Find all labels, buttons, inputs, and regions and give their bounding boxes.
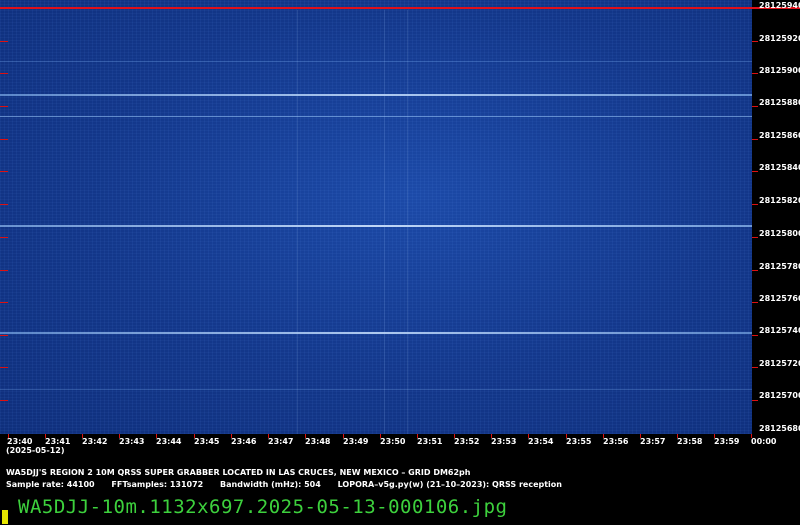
left-tick — [0, 400, 8, 401]
date-label: (2025-05-12) — [6, 446, 65, 455]
left-tick — [0, 367, 8, 368]
time-label: 23:51 — [417, 437, 443, 446]
signal-trace — [0, 332, 752, 334]
right-tick — [752, 171, 758, 172]
vertical-streak — [297, 10, 298, 434]
time-label: 23:44 — [156, 437, 182, 446]
freq-label: 28125940 — [759, 1, 800, 10]
time-label: 23:58 — [677, 437, 703, 446]
spectrogram-waterfall — [0, 0, 800, 434]
file-name: WA5DJJ-10m.1132x697.2025-05-13-000106.jp… — [18, 496, 508, 518]
left-tick — [0, 335, 8, 336]
right-tick — [752, 367, 758, 368]
left-tick — [0, 139, 8, 140]
left-tick — [0, 41, 8, 42]
freq-label: 28125780 — [759, 262, 800, 271]
time-label: 23:45 — [194, 437, 220, 446]
right-tick — [752, 302, 758, 303]
freq-label: 28125920 — [759, 34, 800, 43]
freq-label: 28125760 — [759, 294, 800, 303]
top-red-line — [0, 7, 800, 9]
signal-trace — [0, 94, 752, 96]
left-tick — [0, 106, 8, 107]
right-tick — [752, 73, 758, 74]
freq-label: 28125840 — [759, 163, 800, 172]
right-tick — [752, 106, 758, 107]
left-tick — [0, 270, 8, 271]
time-label: 23:46 — [231, 437, 257, 446]
right-tick — [752, 270, 758, 271]
time-label: 23:49 — [343, 437, 369, 446]
freq-label: 28125880 — [759, 98, 800, 107]
freq-label: 28125720 — [759, 359, 800, 368]
bandwidth: Bandwidth (mHz): 504 — [220, 480, 321, 489]
time-label: 23:59 — [714, 437, 740, 446]
time-label: 23:56 — [603, 437, 629, 446]
time-label: 00:00 — [751, 437, 777, 446]
freq-label: 28125860 — [759, 131, 800, 140]
right-tick — [752, 335, 758, 336]
signal-trace — [0, 61, 752, 62]
time-label: 23:43 — [119, 437, 145, 446]
time-label: 23:47 — [268, 437, 294, 446]
freq-label: 28125820 — [759, 196, 800, 205]
left-tick — [0, 171, 8, 172]
time-label: 23:50 — [380, 437, 406, 446]
left-tick — [0, 302, 8, 303]
time-label: 23:57 — [640, 437, 666, 446]
time-label: 23:54 — [528, 437, 554, 446]
time-label: 23:42 — [82, 437, 108, 446]
right-tick — [752, 139, 758, 140]
right-tick — [752, 204, 758, 205]
right-tick — [752, 400, 758, 401]
time-label: 23:52 — [454, 437, 480, 446]
text-cursor — [2, 510, 8, 524]
signal-trace — [0, 116, 752, 117]
time-label: 23:53 — [491, 437, 517, 446]
station-info: WA5DJJ'S REGION 2 10M QRSS SUPER GRABBER… — [6, 468, 471, 477]
freq-label: 28125700 — [759, 391, 800, 400]
right-tick — [752, 237, 758, 238]
signal-trace — [0, 389, 752, 390]
capture-parameters: Sample rate: 44100 FFTsamples: 131072 Ba… — [6, 480, 576, 489]
time-label: 23:55 — [566, 437, 592, 446]
freq-label: 28125680 — [759, 424, 800, 433]
time-label: 23:48 — [305, 437, 331, 446]
signal-trace — [0, 225, 752, 227]
freq-label: 28125900 — [759, 66, 800, 75]
left-tick — [0, 204, 8, 205]
freq-label: 28125740 — [759, 326, 800, 335]
vertical-streak — [407, 10, 408, 434]
sample-rate: Sample rate: 44100 — [6, 480, 95, 489]
vertical-streak — [384, 10, 385, 434]
left-tick — [0, 237, 8, 238]
freq-label: 28125800 — [759, 229, 800, 238]
left-tick — [0, 73, 8, 74]
time-label: 23:40 — [7, 437, 33, 446]
right-tick — [752, 41, 758, 42]
time-label: 23:41 — [45, 437, 71, 446]
fft-samples: FFTsamples: 131072 — [111, 480, 204, 489]
software-version: LOPORA–v5g.py(w) (21–10–2023): QRSS rece… — [337, 480, 562, 489]
